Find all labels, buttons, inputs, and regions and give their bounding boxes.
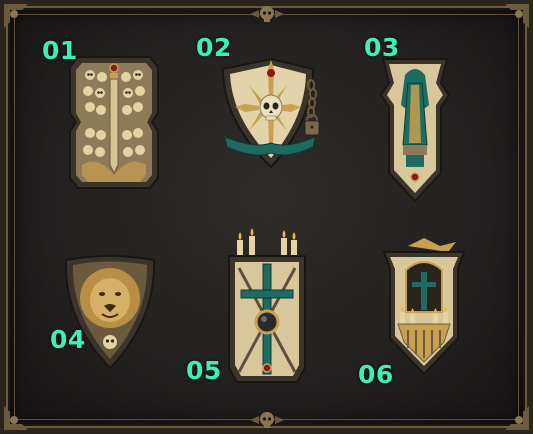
shield-06-shrine[interactable] xyxy=(378,238,470,378)
shield-03-saint[interactable] xyxy=(375,55,455,205)
sword-icon xyxy=(109,63,119,175)
shield-02-sunburst[interactable] xyxy=(215,55,327,170)
corner-ornament-icon xyxy=(505,4,529,28)
padlock-icon xyxy=(304,113,320,136)
shield-05-cross-candles[interactable] xyxy=(225,228,309,386)
skull-icon xyxy=(259,94,283,121)
gallery-panel: 01 02 03 04 05 06 xyxy=(0,0,533,434)
skull-icon xyxy=(250,6,284,22)
shield-label-05: 05 xyxy=(186,356,222,385)
corner-ornament-icon xyxy=(4,4,28,28)
lion-head-icon xyxy=(80,268,140,328)
shield-01-ossuary[interactable] xyxy=(68,55,160,190)
shield-04-lion[interactable] xyxy=(62,250,158,370)
corner-ornament-icon xyxy=(505,406,529,430)
skull-icon xyxy=(103,335,117,349)
candle-icon xyxy=(237,228,297,258)
skull-icon xyxy=(250,412,284,428)
saint-statue-icon xyxy=(401,69,429,167)
corner-ornament-icon xyxy=(4,406,28,430)
shrine-icon xyxy=(405,261,443,313)
